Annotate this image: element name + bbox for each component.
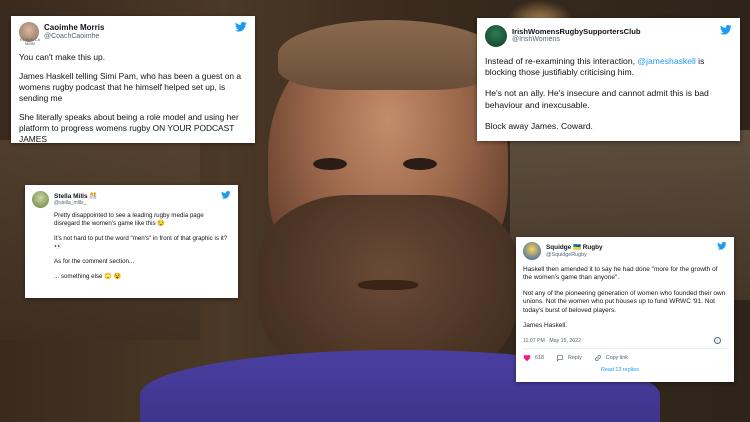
avatar[interactable] bbox=[32, 191, 49, 208]
man-right-eye bbox=[403, 158, 437, 170]
like-button[interactable]: 618 bbox=[523, 354, 544, 362]
tweet-author: Stella Mills 🎊 @stella_mills_ bbox=[54, 193, 98, 207]
tweet-paragraph: She literally speaks about being a role … bbox=[19, 111, 239, 143]
copy-link-label: Copy link bbox=[605, 354, 628, 361]
link-icon bbox=[594, 354, 601, 361]
tweet-header: Squidge 🇺🇦 Rugby @SquidgeRugby bbox=[523, 242, 727, 260]
tweet-body: Pretty disappointed to see a leading rug… bbox=[32, 212, 231, 281]
tweet-paragraph: It's not hard to put the word "men's" in… bbox=[54, 235, 228, 251]
tweet-paragraph: You can't make this up. bbox=[19, 52, 106, 62]
tweet-author: IrishWomensRugbySupportersClub @IrishWom… bbox=[512, 27, 641, 45]
avatar[interactable] bbox=[523, 242, 541, 260]
avatar-caption: ROISIN CA MMM bbox=[19, 37, 41, 47]
man-mouth bbox=[358, 280, 418, 290]
tweet-paragraph: As for the comment section... bbox=[54, 258, 135, 266]
tweet-actions: 618 Reply Copy link bbox=[523, 354, 727, 362]
man-hair bbox=[278, 20, 498, 90]
tweet-paragraph: Not any of the pioneering generation of … bbox=[523, 289, 726, 314]
tweet-card-squidge[interactable]: Squidge 🇺🇦 Rugby @SquidgeRugby Haskell t… bbox=[516, 237, 734, 382]
twitter-bird-icon bbox=[221, 191, 231, 199]
tweet-card-caoimhe[interactable]: Caoimhe Morris @CoachCaoimhe ROISIN CA M… bbox=[11, 16, 255, 143]
twitter-bird-icon bbox=[235, 22, 247, 32]
reply-icon bbox=[557, 354, 563, 361]
tweet-body: Haskell then amended it to say he had do… bbox=[523, 266, 727, 331]
reply-button[interactable]: Reply bbox=[556, 354, 582, 362]
tweet-paragraph: He's not an ally. He's insecure and cann… bbox=[485, 88, 709, 110]
handle[interactable]: @stella_mills_ bbox=[54, 200, 98, 206]
tweet-timestamp[interactable]: 11:07 PM · May 15, 2022 bbox=[523, 338, 581, 344]
tweet-paragraph: Pretty disappointed to see a leading rug… bbox=[54, 212, 204, 228]
like-count: 618 bbox=[535, 354, 544, 361]
display-name[interactable]: IrishWomensRugbySupportersClub bbox=[512, 27, 641, 36]
tweet-paragraph: Block away James. Coward. bbox=[485, 120, 593, 131]
man-left-eye bbox=[313, 158, 347, 170]
tweet-body: You can't make this up. James Haskell te… bbox=[19, 52, 247, 143]
read-replies-link[interactable]: Read 13 replies bbox=[523, 367, 727, 373]
avatar[interactable] bbox=[485, 25, 507, 47]
display-name[interactable]: Caoimhe Morris bbox=[44, 23, 104, 33]
twitter-bird-icon bbox=[717, 242, 727, 250]
twitter-bird-icon bbox=[720, 25, 732, 35]
tweet-header: IrishWomensRugbySupportersClub @IrishWom… bbox=[485, 25, 732, 47]
tweet-paragraph: ... something else 🙄 😵 bbox=[54, 273, 122, 281]
tweet-paragraph: James Haskell. bbox=[523, 322, 568, 330]
display-name[interactable]: Squidge 🇺🇦 Rugby bbox=[546, 244, 603, 252]
tweet-paragraph: Haskell then amended it to say he had do… bbox=[523, 266, 718, 282]
tweet-card-stella[interactable]: Stella Mills 🎊 @stella_mills_ Pretty dis… bbox=[25, 185, 238, 298]
tweet-timestamp-row: 11:07 PM · May 15, 2022 i bbox=[523, 336, 727, 349]
display-name[interactable]: Stella Mills 🎊 bbox=[54, 193, 98, 201]
heart-icon bbox=[523, 354, 531, 361]
info-icon[interactable]: i bbox=[714, 336, 721, 344]
tweet-header: Stella Mills 🎊 @stella_mills_ bbox=[32, 191, 231, 208]
tweet-body: Instead of re-examining this interaction… bbox=[485, 56, 732, 132]
tweet-author: Squidge 🇺🇦 Rugby @SquidgeRugby bbox=[546, 244, 603, 258]
tweet-author: Caoimhe Morris @CoachCaoimhe bbox=[44, 23, 104, 41]
tweet-paragraph: Instead of re-examining this interaction… bbox=[485, 56, 732, 78]
copy-link-button[interactable]: Copy link bbox=[594, 354, 628, 362]
reply-label: Reply bbox=[568, 354, 582, 361]
mention-link[interactable]: @jameshaskell bbox=[637, 56, 695, 66]
handle[interactable]: @SquidgeRugby bbox=[546, 252, 603, 258]
tweet-header: Caoimhe Morris @CoachCaoimhe bbox=[19, 22, 247, 42]
handle[interactable]: @IrishWomens bbox=[512, 36, 641, 44]
tweet-text: Instead of re-examining this interaction… bbox=[485, 56, 638, 66]
handle[interactable]: @CoachCaoimhe bbox=[44, 33, 104, 41]
tweet-card-irishwomens[interactable]: IrishWomensRugbySupportersClub @IrishWom… bbox=[477, 18, 740, 141]
tweet-paragraph: James Haskell telling Simi Pam, who has … bbox=[19, 70, 242, 103]
